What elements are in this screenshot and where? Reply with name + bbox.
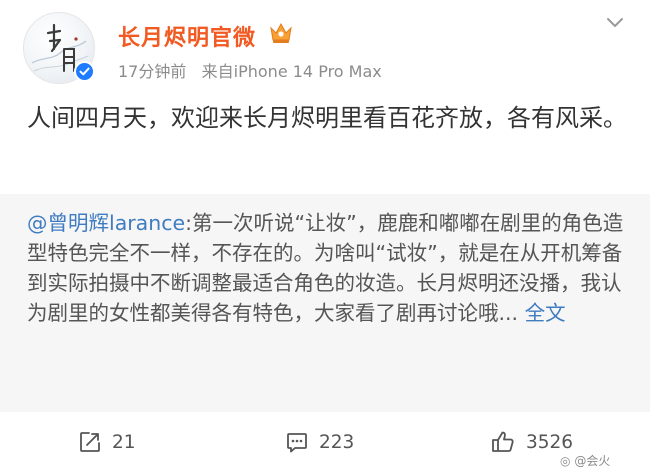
post-meta: 17分钟前 来自iPhone 14 Pro Max xyxy=(118,58,382,82)
repost-text: @曾明辉larance:第一次听说“让妆”，鹿鹿和嘟嘟在剧里的角色造型特色完全不… xyxy=(27,208,627,328)
post-header: 长月烬明官微 17分钟前 来自iPhone 14 Pro Max xyxy=(0,0,650,92)
repost-icon xyxy=(80,432,100,452)
comment-icon xyxy=(287,433,307,453)
comment-count: 223 xyxy=(319,431,355,453)
post-source: 来自iPhone 14 Pro Max xyxy=(201,62,382,81)
weibo-logo-icon: ◎ xyxy=(560,454,571,468)
author-name[interactable]: 长月烬明官微 xyxy=(118,20,256,52)
repost-card[interactable]: @曾明辉larance:第一次听说“让妆”，鹿鹿和嘟嘟在剧里的角色造型特色完全不… xyxy=(0,194,650,412)
action-bar: 21 223 3526 xyxy=(0,412,650,475)
crown-icon xyxy=(270,22,292,43)
like-count: 3526 xyxy=(526,431,574,453)
repost-count: 21 xyxy=(112,431,136,453)
watermark-text: @会火 xyxy=(574,454,611,468)
verified-icon xyxy=(74,61,95,82)
mention-link[interactable]: @曾明辉larance xyxy=(27,211,185,235)
repost-button[interactable]: 21 xyxy=(78,428,136,456)
full-text-link[interactable]: 全文 xyxy=(525,301,566,325)
watermark: ◎ @会火 xyxy=(560,452,610,469)
chevron-down-icon[interactable] xyxy=(605,16,625,30)
comment-button[interactable]: 223 xyxy=(285,428,354,456)
post-text: 人间四月天，欢迎来长月烬明里看百花齐放，各有风采。 xyxy=(27,104,627,132)
thumbs-up-icon xyxy=(492,431,514,452)
post-time: 17分钟前 xyxy=(118,62,187,81)
